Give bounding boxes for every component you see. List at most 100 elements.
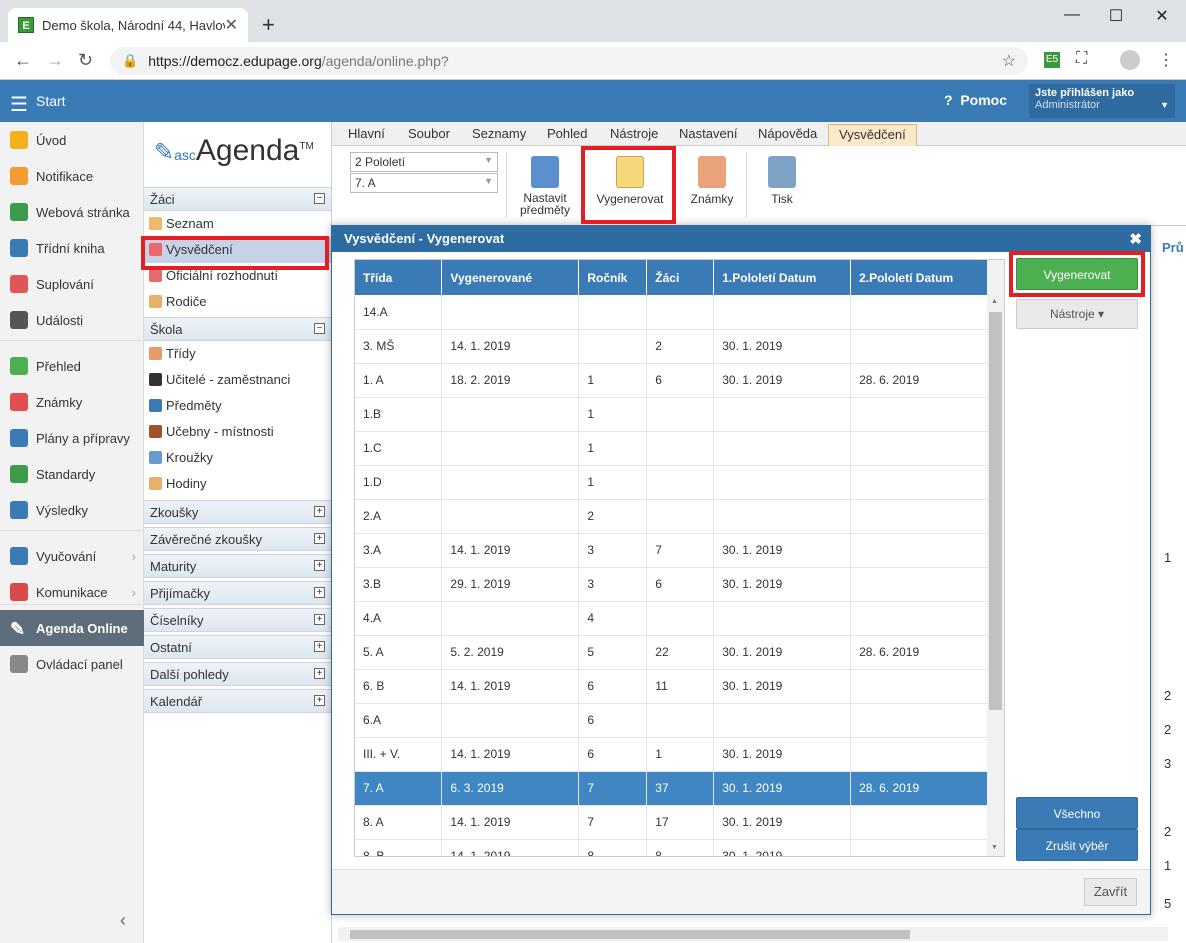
period-select[interactable]: 2 Pololetí ▼ [350, 152, 498, 172]
agenda-item[interactable]: Třídy [144, 341, 331, 367]
class-select[interactable]: 7. A ▼ [350, 173, 498, 193]
collapse-icon[interactable]: − [314, 193, 325, 204]
print-button[interactable]: Tisk [762, 156, 802, 206]
table-scrollbar[interactable]: ▲ ▼ [987, 260, 1004, 856]
ribbon-tab[interactable]: Seznamy [472, 126, 526, 141]
table-row[interactable]: 1.D 1 [355, 465, 988, 500]
ribbon-tab[interactable]: Nápověda [758, 126, 817, 141]
set-subjects-button[interactable]: Nastavit předměty [518, 156, 572, 216]
leftnav-item[interactable]: Webová stránka [0, 194, 144, 230]
table-row[interactable]: 2.A 2 [355, 499, 988, 534]
column-header[interactable]: Vygenerované [441, 260, 580, 295]
expand-icon[interactable]: + [314, 560, 325, 571]
leftnav-item[interactable]: ✎ Agenda Online [0, 610, 144, 646]
agenda-section-header[interactable]: Zkoušky + [144, 500, 331, 524]
agenda-section-header[interactable]: Škola − [144, 317, 331, 341]
scrollbar-thumb[interactable] [989, 312, 1002, 710]
expand-icon[interactable]: + [314, 533, 325, 544]
dialog-close-icon[interactable]: ✖ [1129, 230, 1142, 248]
url-field[interactable]: 🔒 https://democz.edupage.org/agenda/onli… [110, 47, 1028, 75]
agenda-section-header[interactable]: Závěrečné zkoušky + [144, 527, 331, 551]
tab-close-icon[interactable]: ✕ [225, 15, 238, 35]
leftnav-item[interactable]: Plány a přípravy [0, 420, 144, 456]
column-header[interactable]: 2.Pololetí Datum [850, 260, 988, 295]
leftnav-item[interactable]: Výsledky [0, 492, 144, 528]
table-row[interactable]: 8. A 14. 1. 2019 7 17 30. 1. 2019 [355, 805, 988, 840]
agenda-section-header[interactable]: Kalendář + [144, 689, 331, 713]
table-row[interactable]: III. + V. 14. 1. 2019 6 1 30. 1. 2019 [355, 737, 988, 772]
table-row[interactable]: 1. A 18. 2. 2019 1 6 30. 1. 2019 28. 6. 2019 [355, 363, 988, 398]
new-tab-icon[interactable]: + [262, 12, 275, 38]
leftnav-item[interactable]: Úvod [0, 122, 144, 158]
table-row[interactable]: 14.A [355, 295, 988, 330]
start-label[interactable]: Start [36, 93, 66, 109]
agenda-section-header[interactable]: Ostatní + [144, 635, 331, 659]
table-row[interactable]: 4.A 4 [355, 601, 988, 636]
generate-button[interactable]: Vygenerovat [1016, 258, 1138, 290]
collapse-icon[interactable]: − [314, 323, 325, 334]
column-header[interactable]: Žáci [646, 260, 715, 295]
agenda-item[interactable]: Hodiny [144, 471, 331, 497]
clear-selection-button[interactable]: Zrušit výběr [1016, 829, 1138, 861]
help-button[interactable]: ? Pomoc [944, 92, 1007, 108]
table-row[interactable]: 7. A 6. 3. 2019 7 37 30. 1. 2019 28. 6. 2019 [355, 771, 988, 806]
profile-avatar[interactable] [1120, 50, 1140, 70]
collapse-sidebar-icon[interactable]: ‹ [120, 910, 126, 931]
leftnav-item[interactable]: Přehled [0, 348, 144, 384]
ribbon-tab[interactable]: Soubor [408, 126, 450, 141]
user-dropdown[interactable]: Jste přihlášen jako Administrátor ▼ [1029, 84, 1175, 118]
extension-icon[interactable]: E5 [1044, 52, 1060, 68]
menu-dots-icon[interactable]: ⋮ [1158, 50, 1174, 70]
grades-button[interactable]: Známky [688, 156, 736, 206]
window-close-icon[interactable]: ✕ [1142, 6, 1182, 26]
table-row[interactable]: 3.A 14. 1. 2019 3 7 30. 1. 2019 [355, 533, 988, 568]
browser-tab[interactable]: E Demo škola, Národní 44, Havlov ✕ [8, 8, 248, 42]
leftnav-item[interactable]: Známky [0, 384, 144, 420]
table-row[interactable]: 6.A 6 [355, 703, 988, 738]
agenda-section-header[interactable]: Číselníky + [144, 608, 331, 632]
leftnav-item[interactable]: Standardy [0, 456, 144, 492]
page-hscrollbar[interactable] [338, 927, 1168, 941]
leftnav-item[interactable]: Ovládací panel [0, 646, 144, 682]
table-row[interactable]: 8. B 14. 1. 2019 8 8 30. 1. 2019 [355, 839, 988, 856]
expand-icon[interactable]: + [314, 506, 325, 517]
forward-icon[interactable]: → [46, 50, 64, 71]
hscroll-thumb[interactable] [350, 930, 910, 939]
column-header[interactable]: 1.Pololetí Datum [713, 260, 852, 295]
table-row[interactable]: 3.B 29. 1. 2019 3 6 30. 1. 2019 [355, 567, 988, 602]
agenda-item[interactable]: Předměty [144, 393, 331, 419]
scroll-down-icon[interactable]: ▼ [991, 844, 998, 851]
leftnav-item[interactable]: Třídní kniha [0, 230, 144, 266]
reload-icon[interactable]: ↻ [78, 50, 93, 71]
table-row[interactable]: 5. A 5. 2. 2019 5 22 30. 1. 2019 28. 6. 2019 [355, 635, 988, 670]
close-button[interactable]: Zavřít [1084, 878, 1137, 906]
agenda-item[interactable]: Učitelé - zaměstnanci [144, 367, 331, 393]
tools-dropdown-button[interactable]: Nástroje ▾ [1016, 299, 1138, 329]
agenda-item[interactable]: Seznam [144, 211, 331, 237]
column-header[interactable]: Třída [355, 260, 443, 295]
minimize-icon[interactable]: — [1052, 6, 1092, 24]
leftnav-item[interactable]: Události [0, 302, 144, 338]
leftnav-item[interactable]: Suplování [0, 266, 144, 302]
agenda-item[interactable]: Kroužky [144, 445, 331, 471]
expand-icon[interactable]: + [314, 587, 325, 598]
agenda-section-header[interactable]: Žáci − [144, 187, 331, 211]
expand-icon[interactable]: + [314, 641, 325, 652]
select-all-button[interactable]: Všechno [1016, 797, 1138, 829]
scroll-up-icon[interactable]: ▲ [991, 298, 998, 305]
ribbon-tab[interactable]: Pohled [547, 126, 587, 141]
expand-icon[interactable]: + [314, 614, 325, 625]
table-row[interactable]: 6. B 14. 1. 2019 6 11 30. 1. 2019 [355, 669, 988, 704]
table-row[interactable]: 1.B 1 [355, 397, 988, 432]
screenshot-icon[interactable]: ⛶ [1076, 50, 1087, 68]
expand-icon[interactable]: + [314, 695, 325, 706]
column-header[interactable]: Ročník [578, 260, 648, 295]
agenda-item[interactable]: Učebny - místnosti [144, 419, 331, 445]
agenda-item[interactable]: Rodiče [144, 289, 331, 315]
maximize-icon[interactable]: ☐ [1096, 6, 1136, 26]
table-row[interactable]: 1.C 1 [355, 431, 988, 466]
back-icon[interactable]: ← [14, 50, 32, 71]
leftnav-item[interactable]: Notifikace [0, 158, 144, 194]
hamburger-menu-icon[interactable]: ☰ [10, 92, 28, 117]
agenda-section-header[interactable]: Maturity + [144, 554, 331, 578]
